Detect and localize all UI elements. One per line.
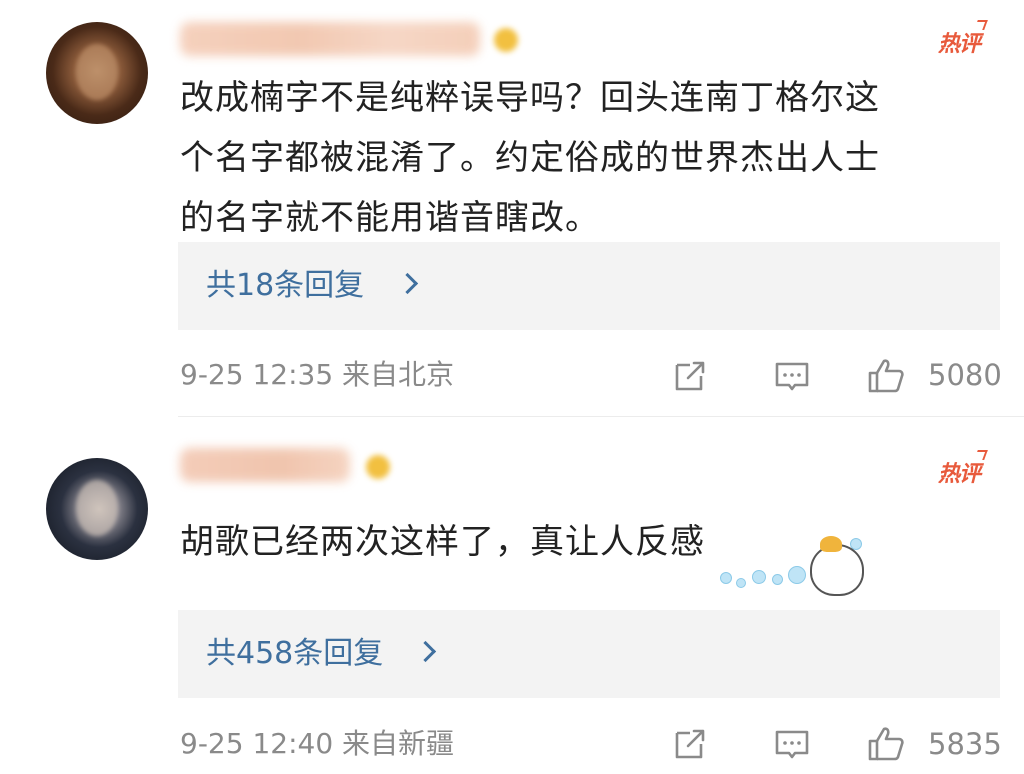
bubble-decoration <box>772 574 783 585</box>
hot-comment-badge: 热评 <box>938 26 981 58</box>
avatar-face <box>76 480 118 536</box>
like-count: 5835 <box>928 727 1002 761</box>
comment-meta: 9-25 12:40 来自新疆 <box>180 727 455 760</box>
bubble-decoration <box>752 570 766 584</box>
bubble-decoration <box>736 578 746 588</box>
comment-item: 热评 改成楠字不是纯粹误导吗？回头连南丁格尔这 个名字都被混淆了。约定俗成的世界… <box>0 0 1024 418</box>
avatar-image <box>46 22 148 124</box>
comment-text-line: 个名字都被混淆了。约定俗成的世界杰出人士 <box>180 138 880 178</box>
avatar-face <box>76 44 118 100</box>
share-icon[interactable] <box>670 724 710 764</box>
emoji-sticker-icon <box>716 536 866 606</box>
chevron-right-icon <box>414 640 437 663</box>
replies-count-label: 共18条回复 <box>206 268 365 303</box>
share-icon[interactable] <box>670 356 710 396</box>
avatar-image <box>46 458 148 560</box>
avatar[interactable] <box>46 22 148 124</box>
bubble-decoration <box>788 566 806 584</box>
vip-badge-icon <box>494 28 518 52</box>
comment-item: 热评 胡歌已经两次这样了，真让人反感 共458条回复 9-25 12:40 来自… <box>0 418 1024 774</box>
comment-text-line: 改成楠字不是纯粹误导吗？回头连南丁格尔这 <box>180 78 880 118</box>
comment-text: 改成楠字不是纯粹误导吗？回头连南丁格尔这 个名字都被混淆了。约定俗成的世界杰出人… <box>180 68 980 248</box>
replies-count-label: 共458条回复 <box>206 636 384 671</box>
comment-icon[interactable] <box>772 356 812 396</box>
thumbs-up-icon[interactable] <box>866 356 906 396</box>
comment-meta: 9-25 12:35 来自北京 <box>180 358 455 391</box>
view-replies-button[interactable]: 共458条回复 <box>178 610 1000 698</box>
mascot-hat <box>820 536 842 552</box>
hot-comment-badge: 热评 <box>938 456 981 488</box>
avatar[interactable] <box>46 458 148 560</box>
chevron-right-icon <box>396 272 419 295</box>
bubble-decoration <box>720 572 732 584</box>
username-blurred[interactable] <box>180 22 480 56</box>
comment-text-line: 的名字就不能用谐音瞎改。 <box>180 198 600 238</box>
vip-badge-icon <box>366 455 390 479</box>
divider <box>178 416 1024 417</box>
username-blurred[interactable] <box>180 448 350 482</box>
comment-icon[interactable] <box>772 724 812 764</box>
like-count: 5080 <box>928 358 1002 392</box>
view-replies-button[interactable]: 共18条回复 <box>178 242 1000 330</box>
thumbs-up-icon[interactable] <box>866 724 906 764</box>
